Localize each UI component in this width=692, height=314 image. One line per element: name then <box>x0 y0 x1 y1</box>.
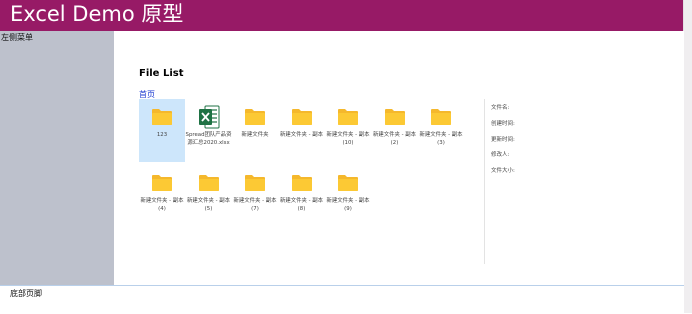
folder-item[interactable]: 新建文件夹 <box>232 99 278 162</box>
file-item-excel[interactable]: Spread团队产品资源汇总2020.xlsx <box>186 99 232 162</box>
page-title: File List <box>139 68 184 79</box>
folder-icon <box>337 174 359 192</box>
folder-icon <box>244 108 266 126</box>
file-name-label: 123 <box>156 132 168 138</box>
folder-icon <box>291 174 313 192</box>
sidebar: 左侧菜单 <box>0 31 114 285</box>
folder-icon <box>244 174 266 192</box>
app-title: Excel Demo 原型 <box>10 2 184 26</box>
detail-file-name: 文件名: <box>491 105 510 111</box>
file-name-label: 新建文件夹 <box>241 132 269 138</box>
detail-modified-time: 更新时间: <box>491 137 515 143</box>
folder-icon <box>151 174 173 192</box>
detail-modifier: 修改人: <box>491 152 510 158</box>
file-name-label: 新建文件夹 - 副本 (4) <box>140 198 184 212</box>
footer: 底部页脚 <box>0 285 684 314</box>
folder-item[interactable]: 新建文件夹 - 副本 (10) <box>325 99 371 162</box>
file-name-label: 新建文件夹 - 副本 (9) <box>326 198 370 212</box>
folder-item[interactable]: 新建文件夹 - 副本 (9) <box>325 165 371 228</box>
file-name-label: 新建文件夹 - 副本 (5) <box>186 198 231 212</box>
excel-file-icon <box>198 105 220 129</box>
footer-text: 底部页脚 <box>10 289 42 298</box>
file-name-label: 新建文件夹 - 副本 (3) <box>419 132 463 146</box>
file-name-label: 新建文件夹 - 副本 <box>279 132 324 138</box>
folder-item[interactable]: 新建文件夹 - 副本 (5) <box>186 165 232 228</box>
file-grid: 123 Spread团队产品资源汇总2020.xlsx 新建文件夹 新建文件夹 - 副… <box>139 99 464 249</box>
vertical-scrollbar[interactable] <box>683 0 692 313</box>
folder-item[interactable]: 新建文件夹 - 副本 (7) <box>232 165 278 228</box>
folder-icon <box>291 108 313 126</box>
folder-icon <box>151 108 173 126</box>
folder-icon <box>198 174 220 192</box>
file-name-label: Spread团队产品资源汇总2020.xlsx <box>185 132 232 146</box>
folder-item[interactable]: 123 <box>139 99 185 162</box>
folder-icon <box>430 108 452 126</box>
main-content: File List 首页 123 Spread团队产品资源汇总2020.xlsx 新… <box>114 31 684 285</box>
file-name-label: 新建文件夹 - 副本 (8) <box>279 198 324 212</box>
folder-item[interactable]: 新建文件夹 - 副本 (2) <box>372 99 418 162</box>
sidebar-title: 左侧菜单 <box>1 33 33 42</box>
folder-item[interactable]: 新建文件夹 - 副本 (8) <box>279 165 325 228</box>
detail-created-time: 创建时间: <box>491 121 515 127</box>
folder-item[interactable]: 新建文件夹 - 副本 (3) <box>418 99 464 162</box>
file-name-label: 新建文件夹 - 副本 (2) <box>372 132 417 146</box>
file-name-label: 新建文件夹 - 副本 (7) <box>233 198 277 212</box>
app-header: Excel Demo 原型 <box>0 0 684 31</box>
file-detail-panel: 文件名: 创建时间: 更新时间: 修改人: 文件大小: <box>484 99 670 264</box>
folder-icon <box>337 108 359 126</box>
detail-file-size: 文件大小: <box>491 168 515 174</box>
folder-item[interactable]: 新建文件夹 - 副本 (4) <box>139 165 185 228</box>
file-name-label: 新建文件夹 - 副本 (10) <box>326 132 370 146</box>
folder-item[interactable]: 新建文件夹 - 副本 <box>279 99 325 162</box>
folder-icon <box>384 108 406 126</box>
